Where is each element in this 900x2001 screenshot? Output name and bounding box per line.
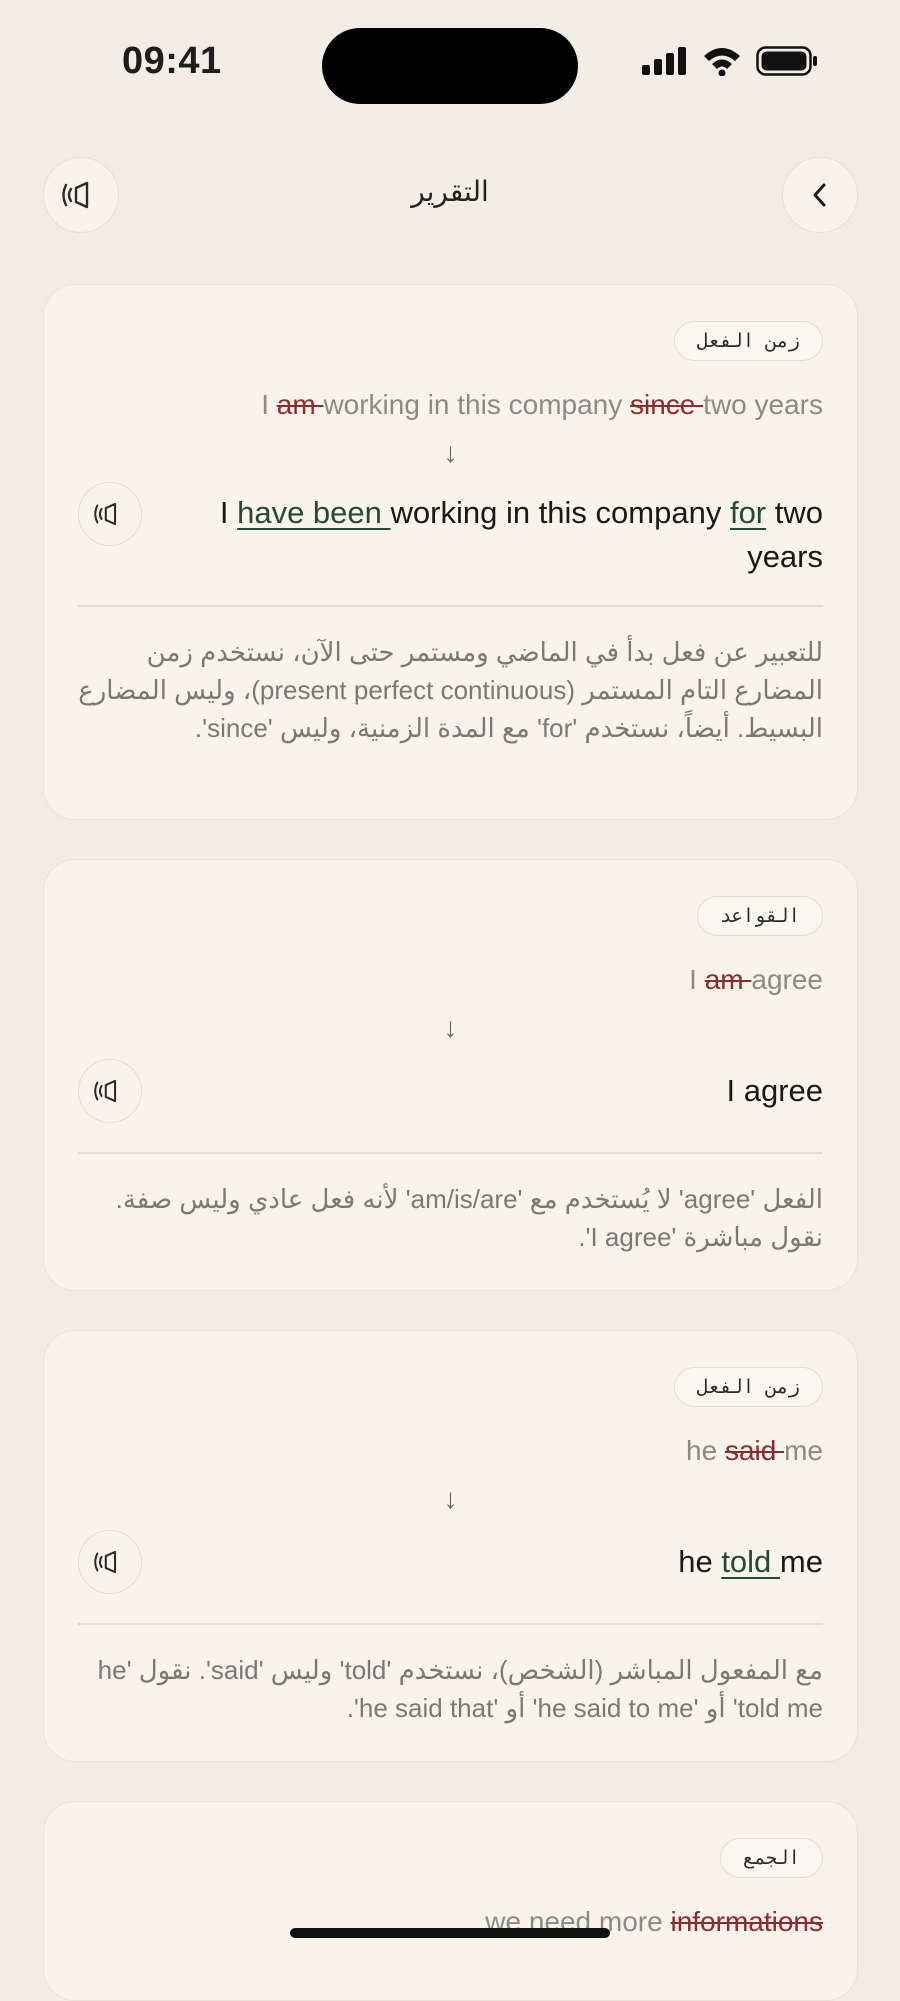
deleted-word: said	[724, 1435, 785, 1466]
divider	[78, 605, 823, 607]
arrow-down-icon: ↓	[443, 437, 458, 468]
explanation-text: مع المفعول المباشر (الشخص)، نستخدم 'told…	[97, 1655, 823, 1723]
original-sentence: I am agree	[689, 964, 823, 995]
play-audio-button[interactable]	[78, 482, 142, 546]
category-badge: الجمع	[719, 1838, 823, 1878]
play-audio-button[interactable]	[78, 1059, 142, 1123]
deleted-word: informations	[670, 1906, 823, 1937]
original-sentence: he said me	[686, 1435, 823, 1466]
deleted-word: since	[630, 389, 704, 420]
corrected-sentence: I have been working in this company for …	[219, 495, 823, 574]
signal-icon	[642, 47, 686, 75]
category-badge: زمن الفعل	[674, 321, 823, 361]
inserted-word: told	[721, 1544, 780, 1579]
arrow-down-icon: ↓	[443, 1483, 458, 1514]
explanation-text: الفعل 'agree' لا يُستخدم مع 'am/is/are' …	[115, 1184, 823, 1252]
inserted-word: have been	[237, 495, 391, 530]
corrected-sentence: I agree	[726, 1073, 823, 1108]
back-button[interactable]	[782, 157, 858, 233]
deleted-word: am	[276, 389, 324, 420]
correction-card: القواعد I am agree ↓ I agree الفعل 'agre…	[43, 859, 858, 1291]
divider	[78, 1152, 823, 1154]
play-audio-icon	[94, 502, 117, 526]
category-badge: زمن الفعل	[674, 1367, 823, 1407]
play-audio-icon	[94, 1079, 117, 1103]
play-audio-icon	[94, 1550, 117, 1574]
deleted-word: am	[704, 964, 752, 995]
status-icons	[642, 46, 818, 76]
home-indicator[interactable]	[290, 1928, 610, 1938]
arrow-down-icon: ↓	[443, 1012, 458, 1043]
battery-icon	[756, 46, 817, 76]
divider	[78, 1623, 823, 1625]
correction-card: زمن الفعل he said me ↓ he told me مع الم…	[43, 1330, 858, 1762]
dynamic-island	[322, 28, 578, 104]
status-time: 09:41	[122, 40, 222, 82]
category-badge: القواعد	[696, 896, 823, 936]
play-audio-button[interactable]	[78, 1530, 142, 1594]
corrected-sentence: he told me	[678, 1544, 823, 1579]
inserted-word: for	[729, 495, 767, 530]
wifi-icon	[704, 48, 740, 76]
explanation-text: للتعبير عن فعل بدأ في الماضي ومستمر حتى …	[78, 637, 823, 743]
correction-card: الجمع we need more informations	[43, 1801, 858, 2001]
page-title: التقرير	[411, 176, 489, 207]
back-chevron-icon	[813, 183, 826, 207]
correction-card: زمن الفعل I am working in this company s…	[43, 284, 858, 820]
original-sentence: I am working in this company since two y…	[261, 389, 823, 420]
